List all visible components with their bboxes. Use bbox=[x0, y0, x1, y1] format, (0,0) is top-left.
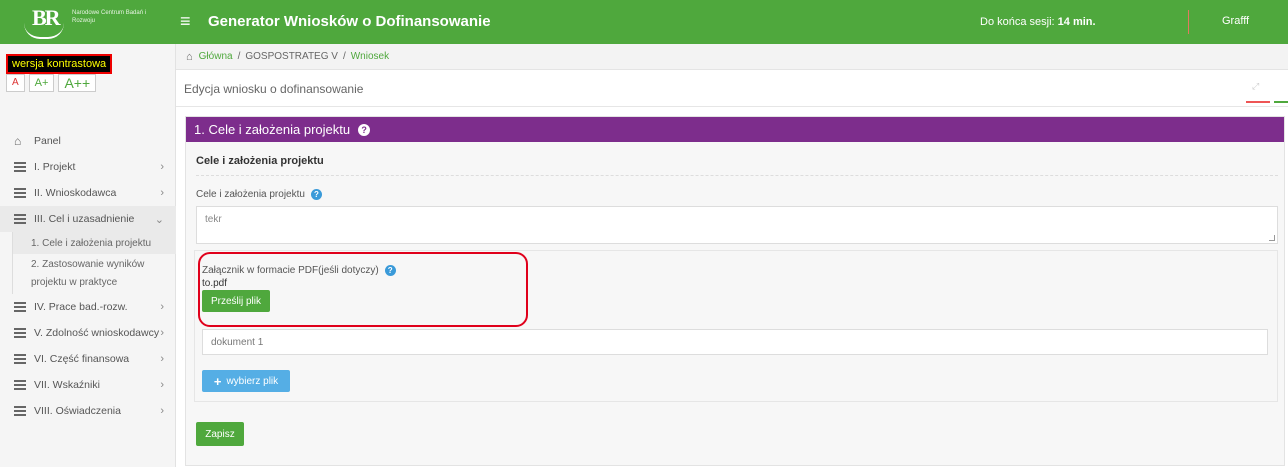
session-timer: Do końca sesji: 14 min. bbox=[980, 16, 1096, 28]
chevron-right-icon: › bbox=[160, 187, 164, 199]
upload-button[interactable]: Prześlij plik bbox=[202, 290, 270, 312]
goals-textarea[interactable]: tekr bbox=[196, 206, 1278, 244]
list-icon bbox=[14, 406, 26, 416]
chevron-right-icon: › bbox=[160, 161, 164, 173]
breadcrumb: ⌂ Główna / GOSPOSTRATEG V / Wniosek bbox=[176, 44, 1288, 70]
form-panel: 1. Cele i założenia projektu ? Cele i za… bbox=[185, 116, 1285, 466]
chevron-down-icon: ⌄ bbox=[154, 213, 164, 226]
app-title: Generator Wniosków o Dofinansowanie bbox=[208, 13, 491, 30]
font-size-controls: A A+ A++ bbox=[6, 74, 97, 92]
info-icon[interactable]: ? bbox=[384, 265, 396, 276]
home-icon: ⌂ bbox=[14, 134, 22, 148]
list-icon bbox=[14, 354, 26, 364]
page-title-bar: Edycja wniosku o dofinansowanie ⤢ bbox=[176, 71, 1288, 107]
sidebar-item-prace[interactable]: IV. Prace bad.-rozw. › bbox=[0, 294, 176, 320]
panel-header: 1. Cele i założenia projektu ? bbox=[186, 117, 1284, 142]
sidebar-item-wskazniki[interactable]: VII. Wskaźniki › bbox=[0, 372, 176, 398]
home-icon[interactable]: ⌂ bbox=[186, 51, 193, 63]
font-size-large-button[interactable]: A++ bbox=[58, 74, 97, 92]
list-icon bbox=[14, 328, 26, 338]
list-icon bbox=[14, 162, 26, 172]
logo[interactable]: BR Narodowe Centrum Badań i Rozwoju bbox=[10, 3, 170, 41]
menu-toggle-icon[interactable]: ≡ bbox=[180, 11, 191, 32]
sidebar-item-finanse[interactable]: VI. Część finansowa › bbox=[0, 346, 176, 372]
sidebar-item-wnioskodawca[interactable]: II. Wnioskodawca › bbox=[0, 180, 176, 206]
sidebar-item-panel[interactable]: ⌂ Panel bbox=[0, 128, 176, 154]
list-icon bbox=[14, 380, 26, 390]
sidebar-item-oswiadczenia[interactable]: VIII. Oświadczenia › bbox=[0, 398, 176, 424]
font-size-small-button[interactable]: A bbox=[6, 74, 25, 92]
resize-handle[interactable] bbox=[1269, 235, 1275, 241]
list-icon bbox=[14, 188, 26, 198]
help-icon[interactable]: ? bbox=[358, 123, 371, 136]
page-title: Edycja wniosku o dofinansowanie bbox=[184, 81, 364, 96]
document-name-input[interactable]: dokument 1 bbox=[202, 329, 1268, 355]
list-icon bbox=[14, 214, 26, 224]
sidebar-subitem-zastosowanie[interactable]: 2. Zastosowanie wyników projektu w prakt… bbox=[12, 254, 176, 294]
expand-icon[interactable]: ⤢ bbox=[1252, 81, 1259, 92]
top-bar: BR Narodowe Centrum Badań i Rozwoju ≡ Ge… bbox=[0, 0, 1288, 44]
field-label: Cele i założenia projektu? bbox=[196, 189, 322, 200]
chevron-right-icon: › bbox=[160, 405, 164, 417]
info-icon[interactable]: ? bbox=[310, 189, 322, 200]
chevron-right-icon: › bbox=[160, 301, 164, 313]
chevron-right-icon: › bbox=[160, 379, 164, 391]
section-title: Cele i założenia projektu bbox=[196, 155, 324, 167]
window-controls: ⤢ bbox=[1238, 71, 1288, 107]
contrast-toggle[interactable]: wersja kontrastowa bbox=[6, 54, 113, 74]
sidebar-item-projekt[interactable]: I. Projekt › bbox=[0, 154, 176, 180]
chevron-right-icon: › bbox=[160, 353, 164, 365]
sidebar-item-cel[interactable]: III. Cel i uzasadnienie ⌄ bbox=[0, 206, 176, 232]
sidebar-item-zdolnosc[interactable]: V. Zdolność wnioskodawcy › bbox=[0, 320, 176, 346]
breadcrumb-current[interactable]: Wniosek bbox=[351, 51, 389, 62]
breadcrumb-home[interactable]: Główna bbox=[199, 51, 233, 62]
attachment-label: Załącznik w formacie PDF(jeśli dotyczy)? bbox=[202, 265, 396, 276]
breadcrumb-mid[interactable]: GOSPOSTRATEG V bbox=[245, 51, 338, 62]
sidebar-nav: ⌂ Panel I. Projekt › II. Wnioskodawca › III… bbox=[0, 128, 176, 424]
logo-subtitle: Narodowe Centrum Badań i Rozwoju bbox=[72, 10, 147, 24]
user-name[interactable]: Grafff bbox=[1222, 15, 1249, 27]
save-button[interactable]: Zapisz bbox=[196, 422, 244, 446]
list-icon bbox=[14, 302, 26, 312]
main-content: ⌂ Główna / GOSPOSTRATEG V / Wniosek Edyc… bbox=[176, 44, 1288, 467]
sidebar: wersja kontrastowa A A+ A++ ⌂ Panel I. Pr… bbox=[0, 44, 176, 467]
sidebar-subitem-cele[interactable]: 1. Cele i założenia projektu bbox=[12, 232, 176, 254]
choose-file-button[interactable]: + wybierz plik bbox=[202, 370, 290, 392]
plus-icon: + bbox=[213, 373, 222, 389]
chevron-right-icon: › bbox=[160, 327, 164, 339]
attachment-filename[interactable]: to.pdf bbox=[202, 278, 227, 289]
font-size-medium-button[interactable]: A+ bbox=[28, 74, 55, 92]
